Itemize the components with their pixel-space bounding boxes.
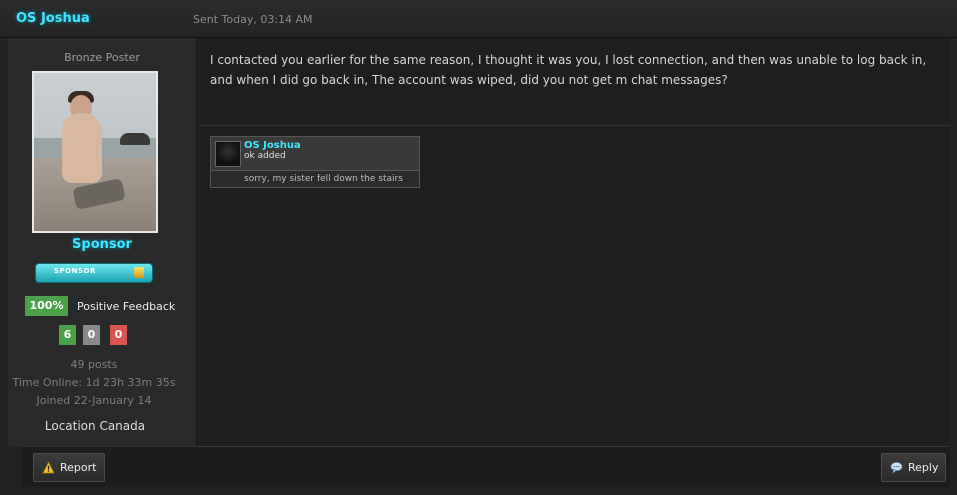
post-footer: Report Reply <box>22 446 950 487</box>
post-content: I contacted you earlier for the same rea… <box>198 38 950 446</box>
message-body: I contacted you earlier for the same rea… <box>210 53 927 87</box>
feedback-neutral-count[interactable]: 0 <box>83 325 100 345</box>
sent-timestamp: Sent Today, 03:14 AM <box>193 13 313 26</box>
report-button[interactable]: Report <box>33 453 105 482</box>
reply-button[interactable]: Reply <box>881 453 946 482</box>
sponsor-badge-label: SPONSOR <box>54 267 96 275</box>
forum-post: OS Joshua Sent Today, 03:14 AM Bronze Po… <box>0 0 957 495</box>
user-group: Sponsor <box>72 237 132 252</box>
chat-avatar <box>215 141 241 167</box>
feedback-percent[interactable]: 100% <box>25 296 68 316</box>
warning-icon <box>42 461 55 474</box>
feedback-positive-count[interactable]: 6 <box>59 325 76 345</box>
user-location: Location Canada <box>44 419 146 433</box>
feedback-label[interactable]: Positive Feedback <box>77 300 175 313</box>
sponsor-badge: SPONSOR <box>35 263 153 283</box>
chat-message-1: ok added <box>244 151 286 161</box>
chat-message-2: sorry, my sister fell down the stairs <box>244 174 403 184</box>
report-label: Report <box>60 461 97 474</box>
joined-date: Joined 22-January 14 <box>36 394 152 407</box>
post-count: 49 posts <box>70 358 118 371</box>
reply-label: Reply <box>908 461 939 474</box>
feedback-negative-count[interactable]: 0 <box>110 325 127 345</box>
avatar[interactable] <box>32 71 158 233</box>
speech-bubble-icon <box>890 462 903 474</box>
chat-username: OS Joshua <box>244 140 301 151</box>
avatar-rocks <box>120 133 150 145</box>
time-online: Time Online: 1d 23h 33m 35s <box>12 376 176 389</box>
user-rank: Bronze Poster <box>64 51 140 64</box>
coins-icon <box>134 267 144 278</box>
signature-chat-box: OS Joshua ok added sorry, my sister fell… <box>210 136 420 188</box>
chat-message-row: sorry, my sister fell down the stairs <box>211 170 419 187</box>
avatar-body <box>62 113 102 183</box>
author-username[interactable]: OS Joshua <box>16 11 90 26</box>
post-header: OS Joshua Sent Today, 03:14 AM <box>0 0 957 38</box>
author-sidebar: Bronze Poster Sponsor SPONSOR 100% Posit… <box>8 38 197 446</box>
signature-divider <box>198 125 950 126</box>
